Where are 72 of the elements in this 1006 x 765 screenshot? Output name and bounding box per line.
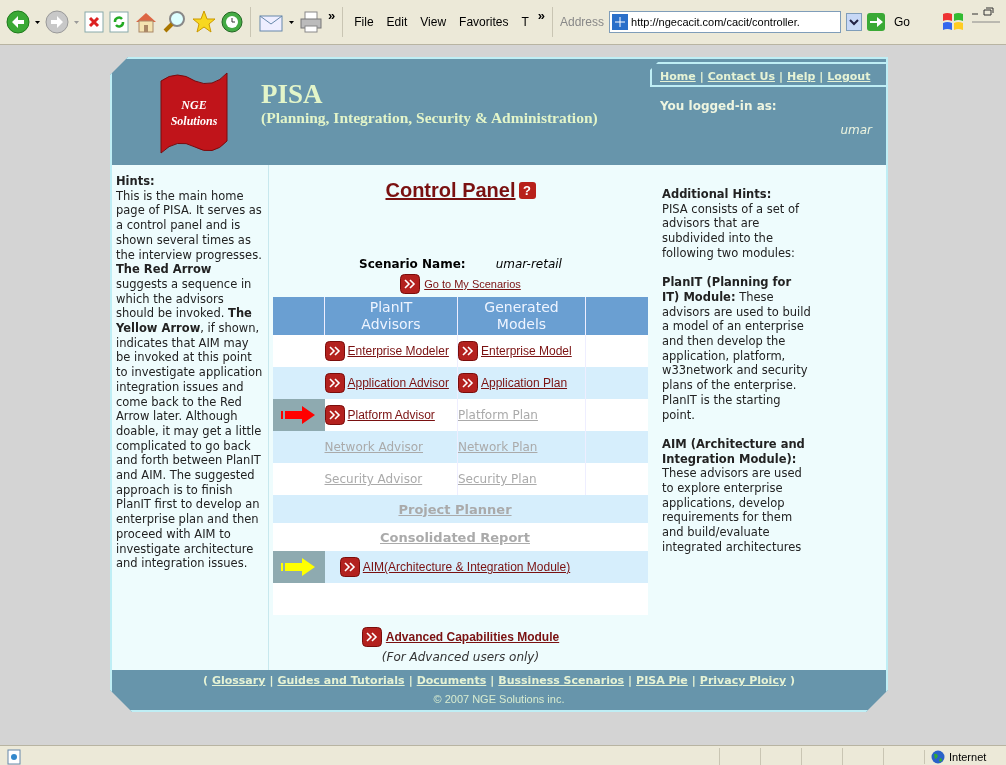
hints-title: Additional Hints: [662, 187, 773, 202]
menu-item[interactable]: View [416, 15, 451, 29]
forward-icon[interactable] [45, 10, 69, 34]
copyright: © 2007 NGE Solutions inc. [433, 693, 565, 705]
help-button[interactable]: ? [518, 182, 536, 199]
chevron-icon[interactable] [324, 373, 345, 393]
scenarios-link[interactable]: Go to My Scenarios [424, 278, 521, 290]
back-icon[interactable] [6, 10, 30, 34]
disabled-link: Platform Plan [458, 408, 538, 422]
history-icon[interactable] [221, 11, 243, 33]
chevron-icon[interactable] [324, 341, 345, 361]
chevron-icon[interactable] [361, 627, 382, 647]
address-label: Address [560, 15, 605, 29]
disabled-link: Security Advisor [324, 472, 423, 486]
scenario-label: Scenario Name: [359, 257, 466, 271]
scenario-name: umar-retail [495, 257, 562, 271]
stop-icon[interactable] [84, 11, 104, 33]
zone-label: Internet [949, 750, 987, 763]
separator: | [819, 70, 824, 83]
disabled-link: Security Plan [458, 472, 537, 486]
hints-title: Hints: [116, 174, 156, 189]
chevron-icon[interactable] [458, 373, 478, 393]
hints-text: AIM (Architecture and Integration Module): These advisors are used to explore enterprise applications, develop requirements for them and build/evaluate integrated architectures [662, 436, 806, 555]
menu-item[interactable]: Edit [382, 15, 412, 29]
menu-item[interactable]: T [517, 15, 533, 29]
refresh-icon[interactable] [109, 11, 129, 33]
printer-icon[interactable] [299, 11, 323, 33]
menu-item[interactable]: Favorites [455, 15, 513, 29]
disabled-link: Network Advisor [324, 440, 423, 454]
hints-text: This is the main home page of PISA. It serves as a control panel and is shown several times as the interview progresses. The Red Arrow suggests a sequence in which the advisors should be invoked. The Yellow Arrow, if shown, indicates that AIM may be invoked at this point to investigate application integration issues and come back to the Red Arrow later. Although doable, it may get a little complicated to go back and forth between PlanIT and AIM. The suggested approach is to finish PlanIT first to develop an enterprise plan and then proceed with AIM to investigate architecture and integration issues. [116, 188, 264, 571]
login-label: You logged-in as: [660, 99, 778, 113]
dropdown-icon[interactable] [846, 13, 863, 31]
globe-icon [931, 749, 945, 764]
separator: | [490, 674, 495, 687]
chevron-icon[interactable] [339, 557, 360, 577]
windows-flag-icon [941, 11, 966, 33]
go-button[interactable]: Go [890, 15, 915, 29]
separator: | [628, 674, 633, 687]
chevron-icon[interactable] [458, 341, 478, 361]
logo-text: NGE [181, 97, 207, 113]
page-title: Control Panel [385, 179, 516, 202]
advanced-note: (For Advanced users only) [381, 650, 540, 664]
address-field[interactable]: http://ngecacit.com/cacit/controller. [609, 11, 842, 33]
hints-text: PlanIT (Planning for IT) Module: These advisors are used to build a model of an enterprise and then develop the application, platform, w33network and security plans of the enterprise. PlanIT is the starting point. [662, 275, 812, 423]
caret-icon[interactable] [35, 20, 40, 24]
menu-item[interactable]: File [350, 15, 378, 29]
separator: | [691, 674, 696, 687]
separator: | [408, 674, 413, 687]
advanced-link[interactable]: Advanced Capabilities Module [385, 630, 560, 644]
star-icon[interactable] [192, 10, 216, 34]
more-chevron[interactable]: » [328, 8, 336, 23]
disabled-link: Network Plan [458, 440, 538, 454]
disabled-link: Consolidated Report [380, 529, 530, 545]
bracket: ( [202, 674, 208, 687]
user-name: umar [839, 123, 872, 137]
column-header: PlanIT Advisors [324, 297, 458, 335]
separator: | [699, 70, 704, 83]
app-subtitle: (Planning, Integration, Security & Administration) [261, 109, 598, 127]
hints-text: PISA consists of a set of advisors that are subdivided into the following two modules: [662, 201, 801, 261]
bracket: ) [790, 674, 796, 687]
app-title: PISA [261, 79, 324, 109]
logo-text: Solutions [170, 113, 218, 129]
separator: | [269, 674, 274, 687]
home-icon[interactable] [134, 11, 158, 33]
search-icon[interactable] [163, 10, 187, 34]
more-chevron[interactable]: » [537, 8, 545, 23]
column-header: Generated Models [457, 297, 586, 335]
separator: | [778, 70, 783, 83]
disabled-link: Project Planner [398, 501, 512, 517]
chevron-icon[interactable] [400, 274, 421, 294]
caret-icon[interactable] [289, 20, 294, 24]
chevron-icon[interactable] [324, 405, 345, 425]
